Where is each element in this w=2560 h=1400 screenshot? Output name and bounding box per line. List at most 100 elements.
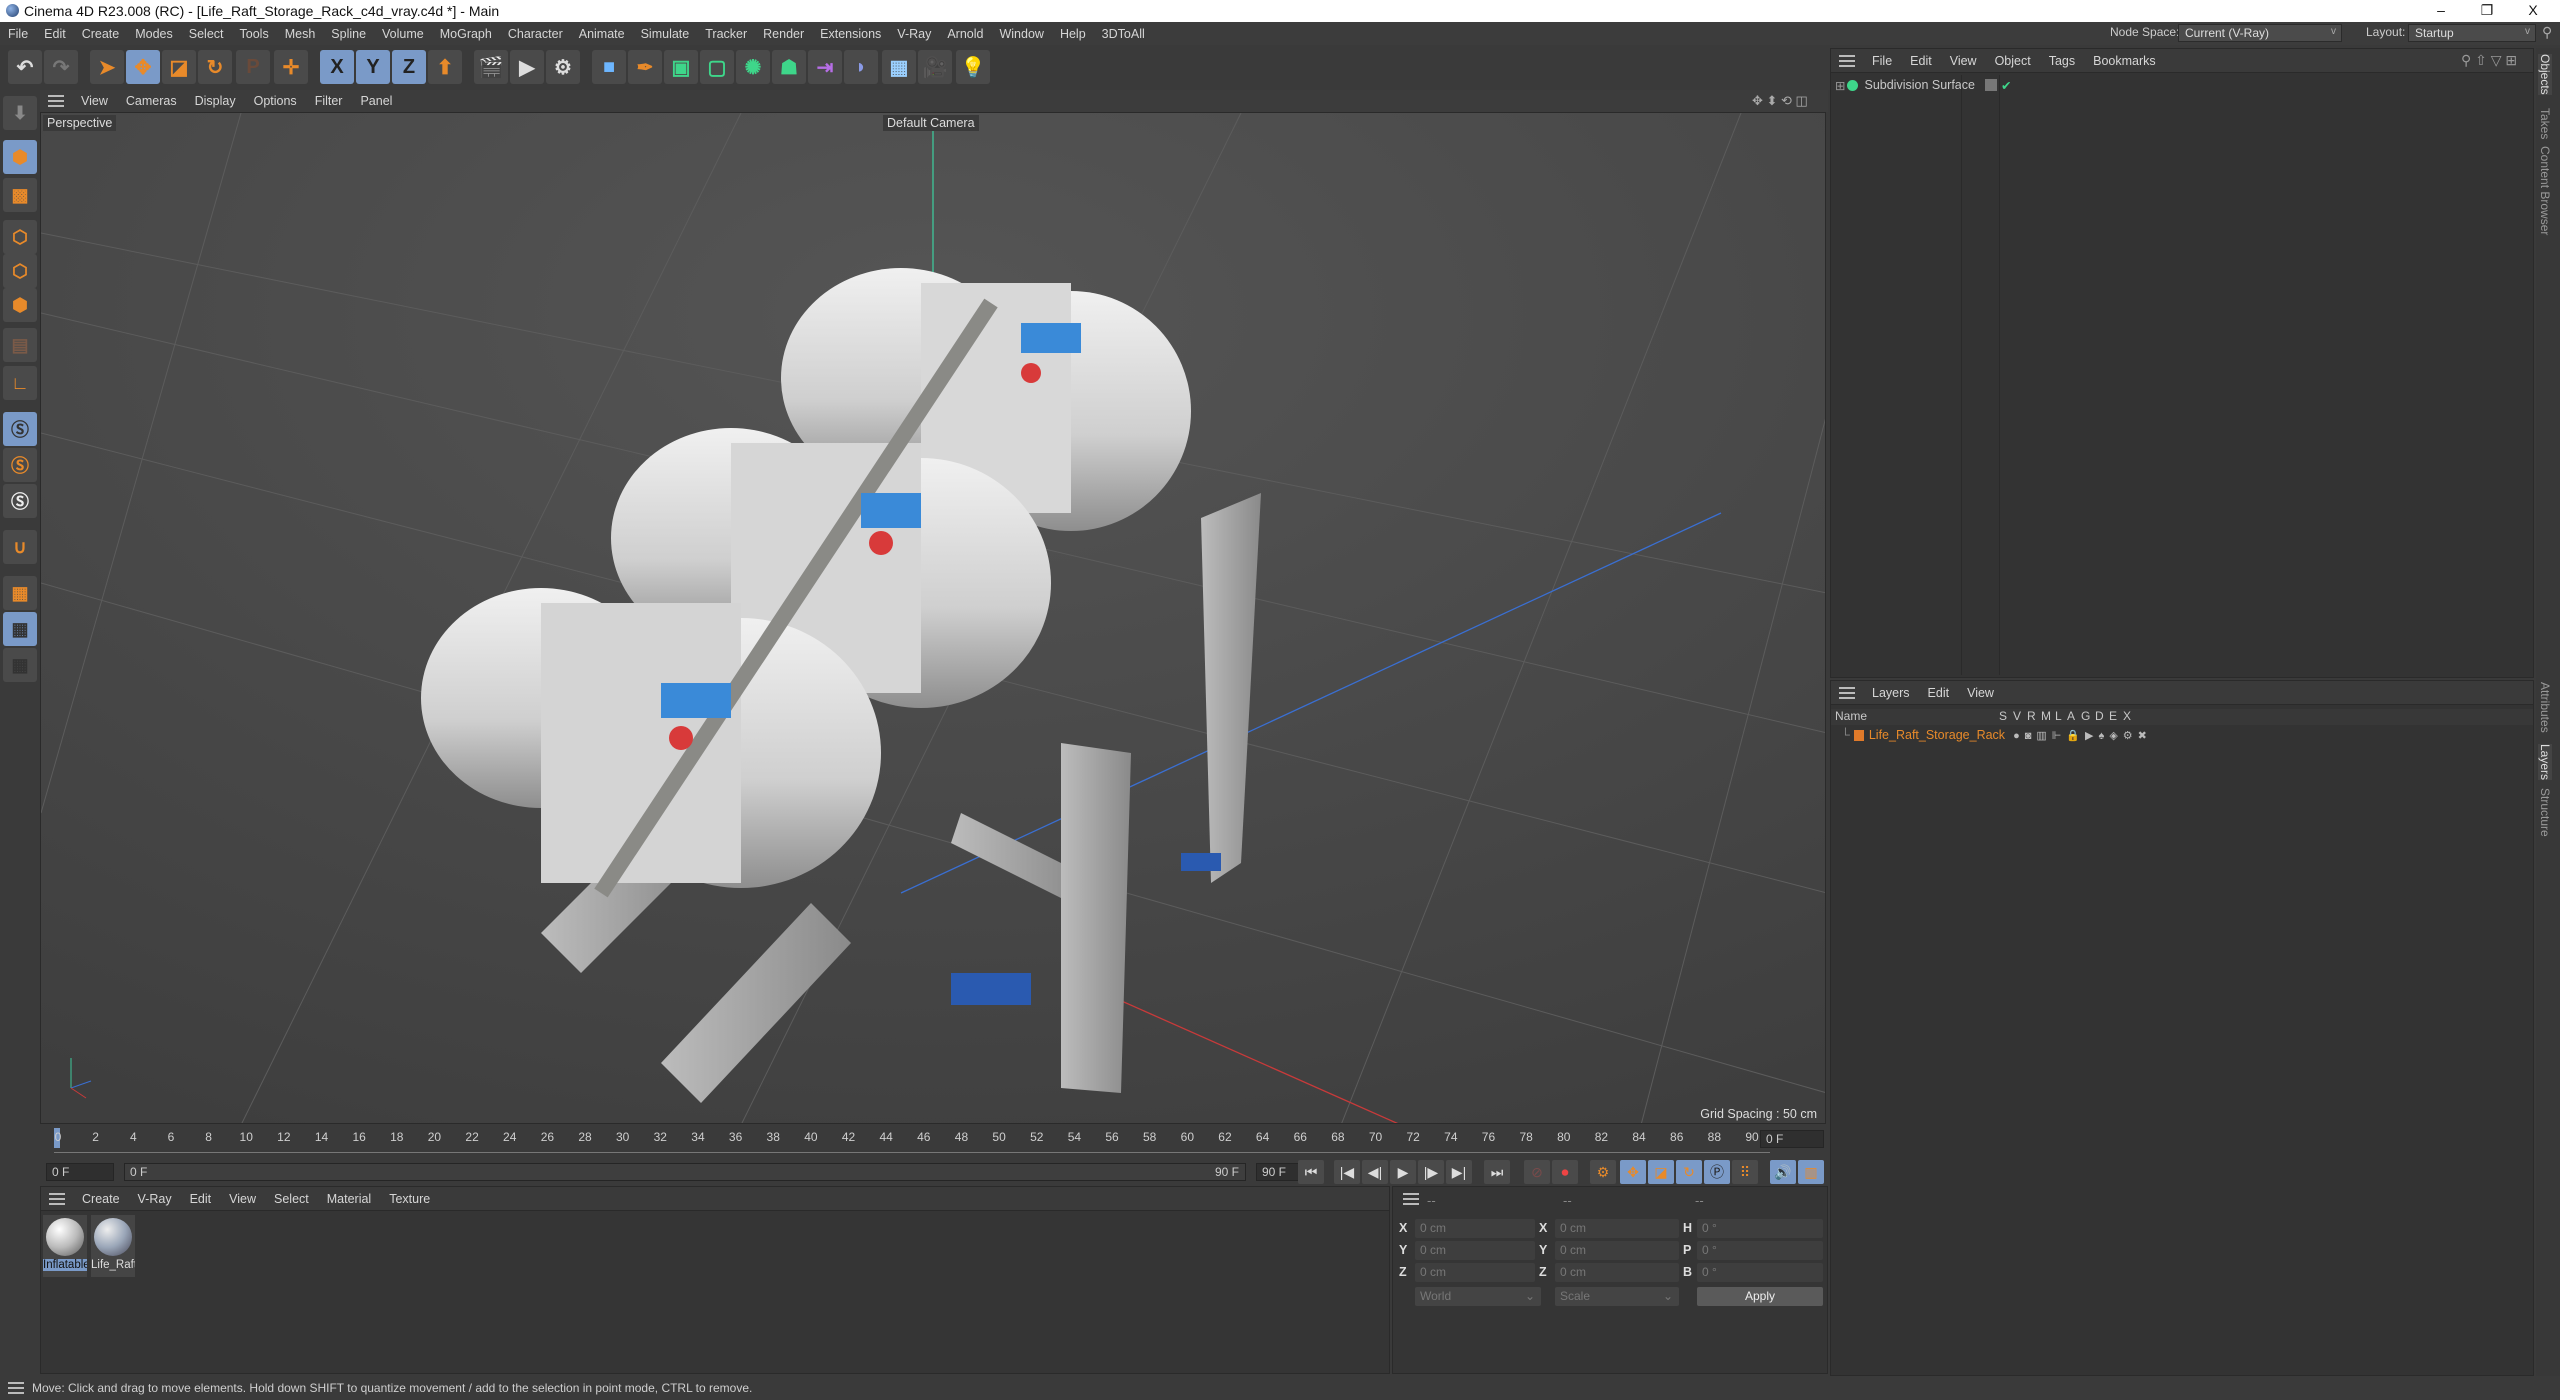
coordinate-mode-dropdown[interactable]: Scale ⌄ xyxy=(1555,1287,1679,1306)
menu-help[interactable]: Help xyxy=(1052,27,1094,41)
size-z-field[interactable]: 0 cm xyxy=(1555,1263,1679,1282)
start-frame-field[interactable]: 0 F xyxy=(46,1163,114,1181)
key-rotation-button[interactable]: ↻ xyxy=(1676,1160,1702,1184)
layer-toggle-icons[interactable]: ●◙▥⊩🔒▶♠◈⚙✖ xyxy=(2013,729,2152,742)
render-region-button[interactable]: 🎬 xyxy=(474,50,508,84)
extrude-button[interactable]: ▢ xyxy=(700,50,734,84)
expand-icon[interactable]: ⊞ xyxy=(1835,78,1845,93)
axis-mode-button[interactable]: ∟ xyxy=(3,366,37,400)
menu-tracker[interactable]: Tracker xyxy=(697,27,755,41)
apply-button[interactable]: Apply xyxy=(1697,1287,1823,1306)
hamburger-icon[interactable] xyxy=(1403,1193,1419,1205)
autokey-button[interactable]: ⏺ xyxy=(1552,1160,1578,1184)
transform-tool-button[interactable]: ✛ xyxy=(274,50,308,84)
hamburger-icon[interactable] xyxy=(48,95,64,107)
menu-character[interactable]: Character xyxy=(500,27,571,41)
redo-button[interactable]: ↷ xyxy=(44,50,78,84)
deformer-button[interactable]: ⇥ xyxy=(808,50,842,84)
menu-select[interactable]: Select xyxy=(181,27,232,41)
menu-simulate[interactable]: Simulate xyxy=(633,27,698,41)
next-frame-button[interactable]: |▶ xyxy=(1418,1160,1444,1184)
go-to-start-button[interactable]: ⏮ xyxy=(1298,1160,1324,1184)
cube-button[interactable]: ■ xyxy=(592,50,626,84)
previous-frame-button[interactable]: ◀| xyxy=(1362,1160,1388,1184)
viewport-menu-filter[interactable]: Filter xyxy=(306,94,352,108)
subdivision-surface-button[interactable]: ▣ xyxy=(664,50,698,84)
material-menu-vray[interactable]: V-Ray xyxy=(129,1192,181,1206)
viewport-menu-display[interactable]: Display xyxy=(186,94,245,108)
viewport-camera-name[interactable]: Default Camera xyxy=(883,115,979,131)
render-settings-button[interactable]: ⚙ xyxy=(546,50,580,84)
material-menu-edit[interactable]: Edit xyxy=(181,1192,221,1206)
layer-menu-view[interactable]: View xyxy=(1958,686,2003,700)
tab-attributes[interactable]: Attributes xyxy=(2538,682,2552,733)
pos-y-field[interactable]: 0 cm xyxy=(1415,1241,1535,1260)
tab-structure[interactable]: Structure xyxy=(2538,788,2552,837)
object-menu-view[interactable]: View xyxy=(1941,54,1986,68)
locked-workplane-button[interactable]: ▦ xyxy=(3,612,37,646)
size-x-field[interactable]: 0 cm xyxy=(1555,1219,1679,1238)
menu-render[interactable]: Render xyxy=(755,27,812,41)
coordinate-system-button[interactable]: ⬆ xyxy=(428,50,462,84)
menu-volume[interactable]: Volume xyxy=(374,27,432,41)
menu-extensions[interactable]: Extensions xyxy=(812,27,889,41)
record-keys-button[interactable]: ⊘ xyxy=(1524,1160,1550,1184)
tab-takes[interactable]: Takes xyxy=(2538,108,2552,139)
object-menu-object[interactable]: Object xyxy=(1986,54,2040,68)
object-manager-tools[interactable]: ⚲ ⇧ ▽ ⊞ xyxy=(2461,52,2517,69)
cloner-button[interactable]: ☗ xyxy=(772,50,806,84)
render-view-button[interactable]: ▶ xyxy=(510,50,544,84)
film-button[interactable]: ▥ xyxy=(1798,1160,1824,1184)
menu-animate[interactable]: Animate xyxy=(571,27,633,41)
size-y-field[interactable]: 0 cm xyxy=(1555,1241,1679,1260)
uv-mode-button[interactable]: ▤ xyxy=(3,328,37,362)
viewport-menu-options[interactable]: Options xyxy=(245,94,306,108)
camera-button[interactable]: 🎥 xyxy=(918,50,952,84)
tab-layers[interactable]: Layers xyxy=(2538,744,2552,781)
y-axis-button[interactable]: Y xyxy=(356,50,390,84)
key-position-button[interactable]: ✥ xyxy=(1620,1160,1646,1184)
tab-content-browser[interactable]: Content Browser xyxy=(2538,146,2552,235)
menu-3dtoall[interactable]: 3DToAll xyxy=(1094,27,1153,41)
material-menu-view[interactable]: View xyxy=(220,1192,265,1206)
material-swatch[interactable]: Inflatable xyxy=(43,1215,87,1277)
floor-button[interactable]: ▦ xyxy=(882,50,916,84)
menu-spline[interactable]: Spline xyxy=(323,27,374,41)
pen-spline-button[interactable]: ✒ xyxy=(628,50,662,84)
undo-button[interactable]: ↶ xyxy=(8,50,42,84)
snap-button[interactable]: ∪ xyxy=(3,530,37,564)
key-scale-button[interactable]: ◪ xyxy=(1648,1160,1674,1184)
search-icon[interactable]: ⚲ xyxy=(2542,24,2552,41)
enabled-checkmark-icon[interactable]: ✔ xyxy=(2001,78,2011,93)
viewport-menu-cameras[interactable]: Cameras xyxy=(117,94,186,108)
play-button[interactable]: ▶ xyxy=(1390,1160,1416,1184)
material-menu-texture[interactable]: Texture xyxy=(380,1192,439,1206)
restore-button[interactable]: ❐ xyxy=(2464,0,2510,22)
menu-file[interactable]: File xyxy=(0,27,36,41)
menu-vray[interactable]: V-Ray xyxy=(889,27,939,41)
object-menu-bookmarks[interactable]: Bookmarks xyxy=(2084,54,2165,68)
z-axis-button[interactable]: Z xyxy=(392,50,426,84)
polygons-mode-button[interactable]: ⬢ xyxy=(3,288,37,322)
coordinate-space-dropdown[interactable]: World ⌄ xyxy=(1415,1287,1541,1306)
menu-tools[interactable]: Tools xyxy=(232,27,277,41)
node-space-dropdown[interactable]: Current (V-Ray) v xyxy=(2178,24,2342,42)
key-parameter-button[interactable]: Ⓟ xyxy=(1704,1160,1730,1184)
material-swatch[interactable]: Life_Raft xyxy=(91,1215,135,1277)
scale-tool-button[interactable]: ◪ xyxy=(162,50,196,84)
recent-tools-button[interactable]: P xyxy=(236,50,270,84)
workplane-rotate-button[interactable]: ▦ xyxy=(3,648,37,682)
edges-mode-button[interactable]: ⬡ xyxy=(3,254,37,288)
layer-menu-layers[interactable]: Layers xyxy=(1863,686,1919,700)
pos-x-field[interactable]: 0 cm xyxy=(1415,1219,1535,1238)
next-key-button[interactable]: ▶| xyxy=(1446,1160,1472,1184)
hamburger-icon[interactable] xyxy=(8,1382,24,1394)
rotate-tool-button[interactable]: ↻ xyxy=(198,50,232,84)
x-axis-button[interactable]: X xyxy=(320,50,354,84)
layer-row[interactable]: └ Life_Raft_Storage_Rack ●◙▥⊩🔒▶♠◈⚙✖ xyxy=(1831,726,2533,744)
menu-edit[interactable]: Edit xyxy=(36,27,74,41)
model-mode-button[interactable]: ⬢ xyxy=(3,140,37,174)
light-button[interactable]: 💡 xyxy=(956,50,990,84)
layout-dropdown[interactable]: Startup v xyxy=(2408,24,2536,42)
hamburger-icon[interactable] xyxy=(1839,54,1855,67)
